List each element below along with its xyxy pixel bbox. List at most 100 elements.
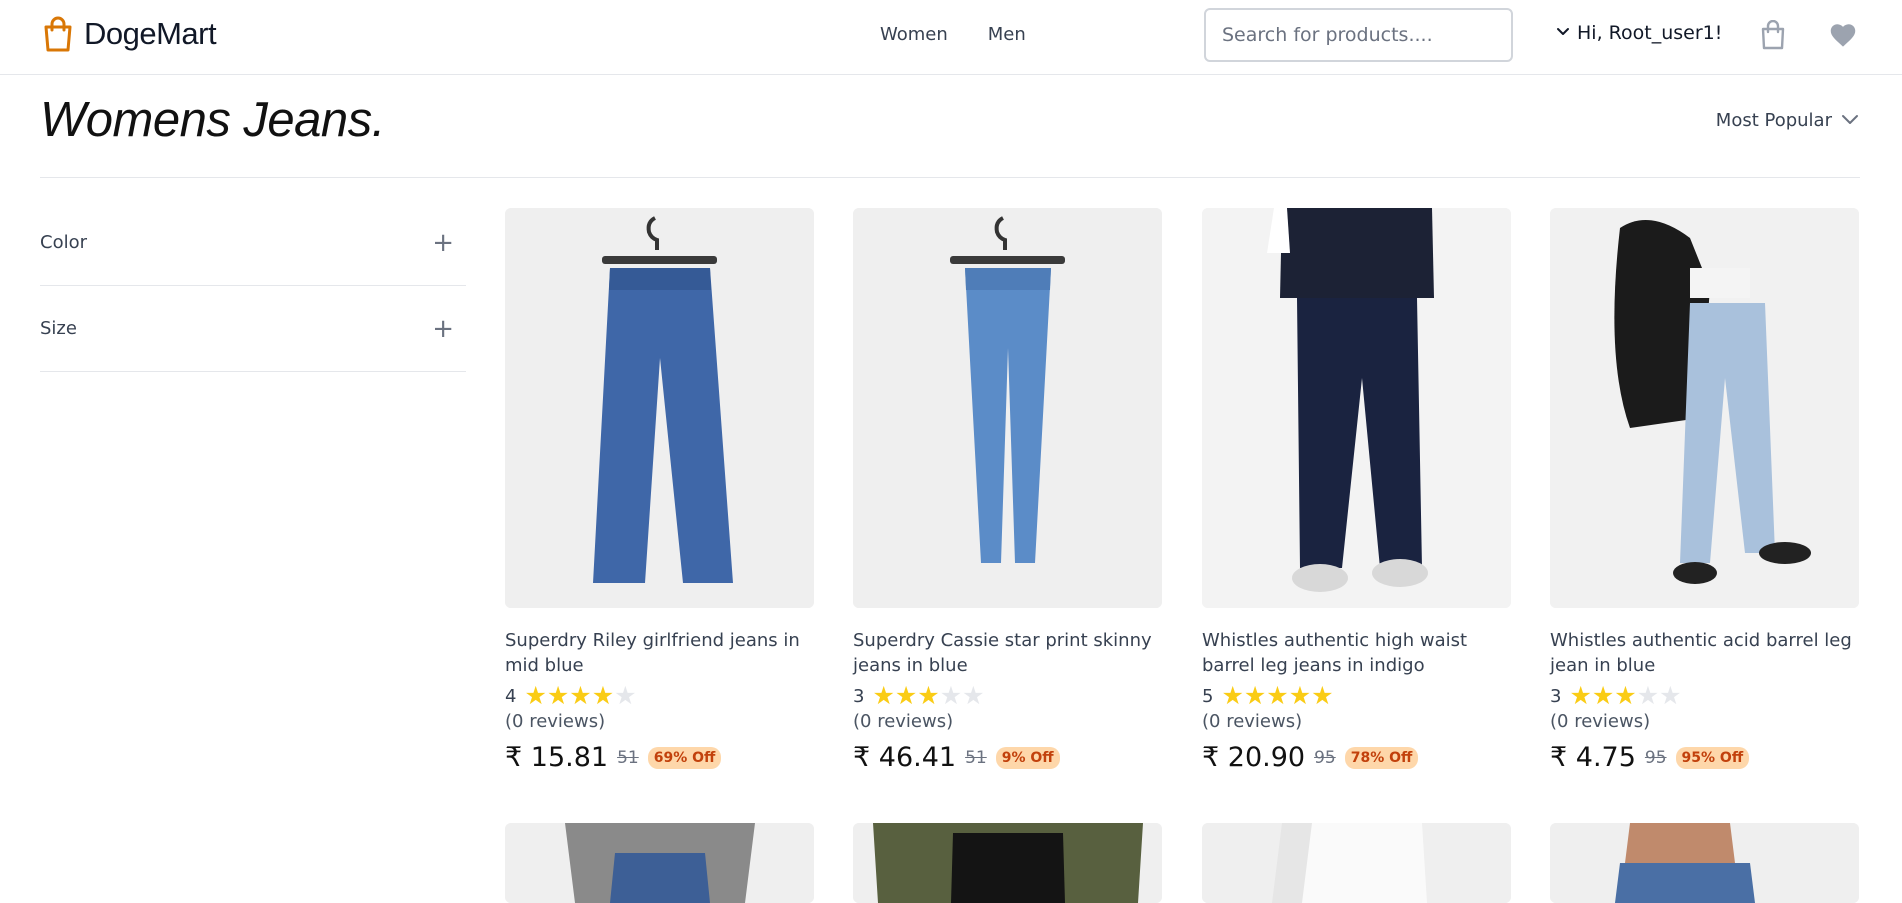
star-filled-icon: ★: [894, 681, 918, 710]
price-value: 46.41: [878, 742, 957, 773]
review-count: (0 reviews): [1202, 711, 1303, 732]
star-empty-icon: ★: [614, 681, 637, 710]
star-filled-icon: ★: [872, 681, 895, 710]
star-filled-icon: ★: [591, 681, 615, 710]
review-count: (0 reviews): [505, 711, 606, 732]
shopping-bag-logo-icon: [42, 16, 74, 52]
review-count: (0 reviews): [853, 711, 954, 732]
filter-sidebar: Color + Size +: [40, 206, 466, 372]
product-image[interactable]: [853, 208, 1162, 608]
plus-icon: +: [432, 313, 454, 344]
star-filled-icon: ★: [1591, 681, 1615, 710]
logo[interactable]: DogeMart: [42, 16, 217, 52]
price: ₹ 15.81: [505, 742, 608, 773]
star-rating: ★★★★★: [872, 683, 984, 709]
product-name[interactable]: Whistles authentic acid barrel leg jean …: [1550, 628, 1859, 678]
discount-badge: 9% Off: [995, 746, 1060, 769]
star-filled-icon: ★: [1288, 681, 1312, 710]
plus-icon: +: [432, 227, 454, 258]
star-filled-icon: ★: [1569, 681, 1592, 710]
shopping-bag-icon[interactable]: [1760, 19, 1786, 54]
nav-men[interactable]: Men: [988, 24, 1026, 45]
price-value: 20.90: [1227, 742, 1306, 773]
product-image[interactable]: [853, 823, 1162, 903]
price-value: 15.81: [530, 742, 609, 773]
top-header: DogeMart Women Men Hi, Root_user1!: [0, 0, 1902, 75]
discount-badge: 95% Off: [1675, 746, 1750, 769]
star-filled-icon: ★: [524, 681, 547, 710]
star-filled-icon: ★: [546, 681, 570, 710]
original-price: 95: [1644, 747, 1667, 768]
price-row: ₹ 15.81 51 69% Off: [505, 742, 814, 773]
discount-badge: 78% Off: [1344, 746, 1419, 769]
logo-text: DogeMart: [84, 16, 217, 51]
discount-badge: 69% Off: [647, 746, 722, 769]
product-image[interactable]: [1202, 208, 1511, 608]
nav-women[interactable]: Women: [880, 24, 948, 45]
product-image[interactable]: [505, 823, 814, 903]
star-filled-icon: ★: [917, 681, 940, 710]
star-rating: ★★★★★: [1569, 683, 1681, 709]
filter-label: Size: [40, 318, 77, 339]
rating-value: 5: [1202, 685, 1214, 707]
search-input[interactable]: [1204, 8, 1513, 62]
product-rating: 5 ★★★★★: [1202, 683, 1511, 709]
price-value: 4.75: [1575, 742, 1636, 773]
page-title: Womens Jeans.: [40, 93, 385, 147]
price-row: ₹ 46.41 51 9% Off: [853, 742, 1162, 773]
star-filled-icon: ★: [1243, 681, 1267, 710]
price-row: ₹ 4.75 95 95% Off: [1550, 742, 1859, 773]
main-nav: Women Men: [880, 24, 1026, 45]
rupee-symbol: ₹: [1202, 742, 1220, 773]
filter-color[interactable]: Color +: [40, 200, 466, 286]
filter-size[interactable]: Size +: [40, 286, 466, 372]
chevron-down-icon: [1555, 22, 1571, 44]
product-image[interactable]: [1202, 823, 1511, 903]
rating-value: 3: [1550, 685, 1562, 707]
original-price: 51: [617, 747, 639, 768]
price-row: ₹ 20.90 95 78% Off: [1202, 742, 1511, 773]
product-card[interactable]: Superdry Riley girlfriend jeans in mid b…: [505, 208, 814, 773]
rating-value: 4: [505, 685, 517, 707]
filter-label: Color: [40, 232, 87, 253]
product-card[interactable]: Whistles authentic high waist barrel leg…: [1202, 208, 1511, 773]
star-empty-icon: ★: [939, 681, 963, 710]
heart-icon[interactable]: [1829, 22, 1857, 52]
star-empty-icon: ★: [1636, 681, 1660, 710]
user-greeting: Hi, Root_user1!: [1577, 22, 1723, 44]
chevron-down-icon: [1840, 110, 1860, 131]
star-filled-icon: ★: [1614, 681, 1637, 710]
rating-value: 3: [853, 685, 865, 707]
star-filled-icon: ★: [1221, 681, 1244, 710]
star-filled-icon: ★: [1311, 681, 1334, 710]
star-empty-icon: ★: [1659, 681, 1682, 710]
rupee-symbol: ₹: [1550, 742, 1568, 773]
price: ₹ 46.41: [853, 742, 956, 773]
product-card[interactable]: Whistles authentic acid barrel leg jean …: [1550, 208, 1859, 773]
rupee-symbol: ₹: [505, 742, 523, 773]
user-menu[interactable]: Hi, Root_user1!: [1555, 22, 1722, 44]
divider: [40, 177, 1860, 178]
product-name[interactable]: Superdry Riley girlfriend jeans in mid b…: [505, 628, 814, 678]
star-empty-icon: ★: [962, 681, 985, 710]
product-rating: 3 ★★★★★: [1550, 683, 1859, 709]
sort-dropdown[interactable]: Most Popular: [1716, 110, 1860, 131]
product-card[interactable]: Superdry Cassie star print skinny jeans …: [853, 208, 1162, 773]
rupee-symbol: ₹: [853, 742, 871, 773]
star-rating: ★★★★★: [524, 683, 636, 709]
review-count: (0 reviews): [1550, 711, 1651, 732]
star-filled-icon: ★: [1266, 681, 1289, 710]
product-name[interactable]: Superdry Cassie star print skinny jeans …: [853, 628, 1162, 678]
price: ₹ 4.75: [1550, 742, 1636, 773]
product-name[interactable]: Whistles authentic high waist barrel leg…: [1202, 628, 1511, 678]
product-image[interactable]: [1550, 208, 1859, 608]
original-price: 51: [965, 747, 987, 768]
product-rating: 3 ★★★★★: [853, 683, 1162, 709]
product-image[interactable]: [505, 208, 814, 608]
star-filled-icon: ★: [569, 681, 592, 710]
product-rating: 4 ★★★★★: [505, 683, 814, 709]
sort-label: Most Popular: [1715, 110, 1832, 131]
star-rating: ★★★★★: [1221, 683, 1333, 709]
product-image[interactable]: [1550, 823, 1859, 903]
original-price: 95: [1314, 747, 1336, 768]
